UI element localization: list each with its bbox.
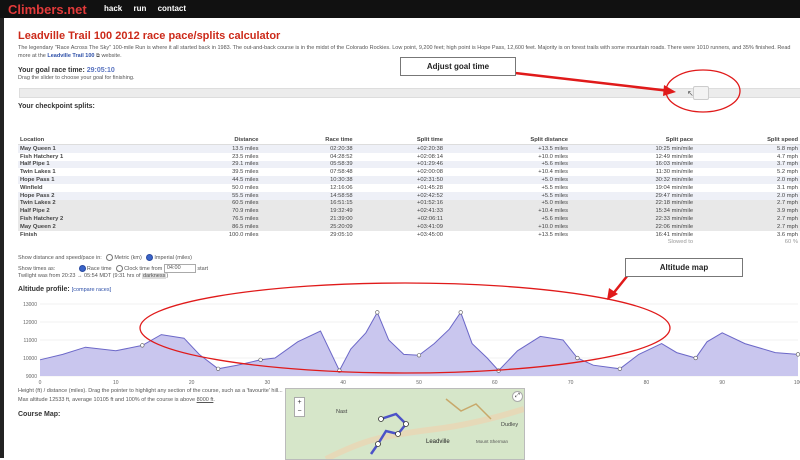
goal-time-callout: Adjust goal time <box>400 57 516 76</box>
goal-highlight-ellipse <box>665 69 741 113</box>
altitude-map-callout: Altitude map <box>625 258 743 277</box>
goal-arrow <box>514 71 671 93</box>
altitude-highlight-ellipse <box>139 282 671 374</box>
goal-arrowhead <box>663 85 676 96</box>
